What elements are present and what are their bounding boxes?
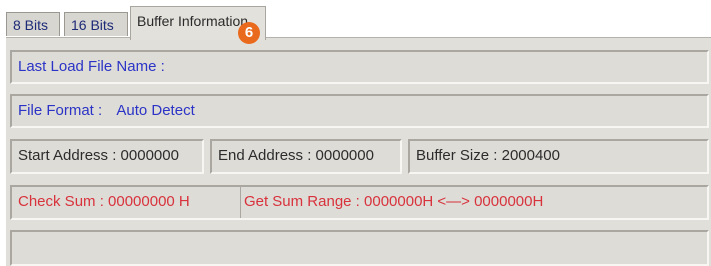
tab-8-bits[interactable]: 8 Bits bbox=[6, 12, 60, 36]
checksum-field: Check Sum : 00000000 H Get Sum Range : 0… bbox=[10, 185, 709, 220]
end-address-field: End Address : 0000000 bbox=[210, 139, 402, 174]
start-address-field: Start Address : 0000000 bbox=[10, 139, 204, 174]
buffer-size-label: Buffer Size : 2000400 bbox=[416, 147, 560, 164]
check-sum-label: Check Sum : 00000000 H bbox=[18, 193, 190, 210]
get-sum-range-label: Get Sum Range : 0000000H <—> 0000000H bbox=[243, 193, 544, 210]
buffer-size-field: Buffer Size : 2000400 bbox=[408, 139, 709, 174]
tab-bar: 8 Bits 16 Bits Buffer Information bbox=[6, 6, 711, 40]
file-format-field: File Format : Auto Detect bbox=[10, 94, 709, 128]
last-load-file-name-label: Last Load File Name : bbox=[18, 58, 165, 75]
last-load-file-name-field: Last Load File Name : bbox=[10, 50, 709, 84]
start-address-label: Start Address : 0000000 bbox=[18, 147, 179, 164]
empty-status-field bbox=[10, 230, 709, 266]
file-format-label: File Format : bbox=[18, 102, 103, 119]
tab-16-bits[interactable]: 16 Bits bbox=[64, 12, 128, 36]
file-format-value: Auto Detect bbox=[116, 102, 195, 119]
end-address-label: End Address : 0000000 bbox=[218, 147, 374, 164]
buffer-information-panel: Last Load File Name : File Format : Auto… bbox=[6, 37, 711, 266]
checksum-divider bbox=[240, 187, 241, 218]
callout-number-badge: 6 bbox=[238, 22, 260, 44]
